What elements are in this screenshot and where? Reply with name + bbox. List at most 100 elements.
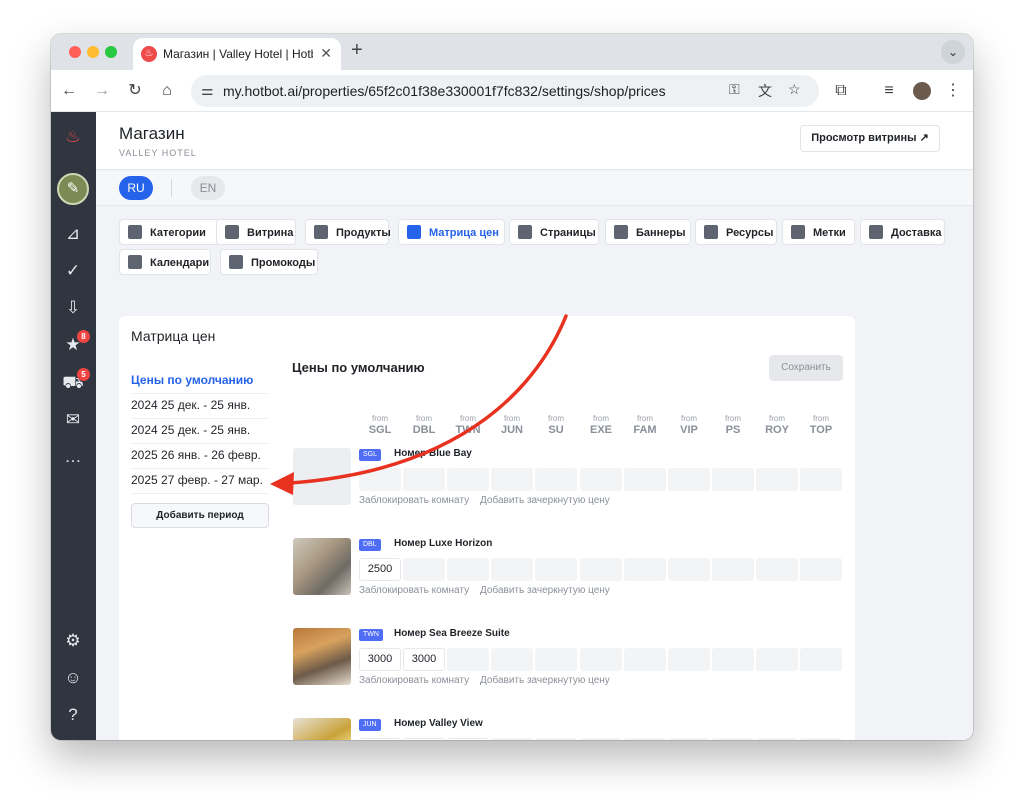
price-input[interactable] [668,558,710,581]
tab-showcase[interactable]: Витрина [216,219,296,245]
period-item[interactable]: 2025 27 февр. - 27 мар. [131,469,269,494]
price-input[interactable] [800,468,842,491]
chat-bubble-icon[interactable]: … [60,444,86,470]
bookmark-star-icon[interactable]: ☆ [788,81,801,98]
tab-resources[interactable]: Ресурсы [695,219,777,245]
price-input[interactable]: 4500 [447,738,489,740]
period-item[interactable]: 2024 25 дек. - 25 янв. [131,394,269,419]
tab-banners[interactable]: Баннеры [605,219,691,245]
save-button[interactable]: Сохранить [769,355,843,381]
price-input[interactable] [491,468,533,491]
price-input[interactable] [624,648,666,671]
lang-en-button[interactable]: EN [191,176,225,200]
price-input[interactable]: 5000 [403,738,445,740]
lang-ru-button[interactable]: RU [119,176,153,200]
new-tab-button[interactable]: + [351,39,363,62]
tab-promocodes[interactable]: Промокоды [220,249,318,275]
analytics-icon[interactable]: ⊿ [60,221,86,247]
tab-calendars[interactable]: Календари [119,249,211,275]
block-room-link[interactable]: Заблокировать комнату [359,585,469,596]
translate-icon[interactable]: 文 [758,81,772,101]
price-input[interactable] [756,738,798,740]
close-window-button[interactable] [69,46,81,58]
price-input[interactable] [624,558,666,581]
price-input[interactable] [491,648,533,671]
price-input[interactable] [580,648,622,671]
price-input[interactable] [535,558,577,581]
settings-gear-icon[interactable]: ⚙ [60,628,86,654]
browser-tab[interactable]: ♨ Магазин | Valley Hotel | Hotbot ✕ [133,38,341,70]
price-input[interactable] [580,468,622,491]
block-room-link[interactable]: Заблокировать комнату [359,495,469,506]
home-icon[interactable]: ⌂ [155,79,179,103]
price-input[interactable] [712,558,754,581]
price-input[interactable]: 5000 [359,738,401,740]
period-item[interactable]: 2025 26 янв. - 26 февр. [131,444,269,469]
price-input[interactable] [403,558,445,581]
price-input[interactable] [756,648,798,671]
profile-user-icon[interactable]: ☺ [60,665,86,691]
tab-products[interactable]: Продукты [305,219,391,245]
tab-close-icon[interactable]: ✕ [320,45,332,62]
inbox-download-icon[interactable]: ⇩ [60,295,86,321]
block-room-link[interactable]: Заблокировать комнату [359,675,469,686]
price-input[interactable] [403,468,445,491]
price-input[interactable] [535,468,577,491]
price-input[interactable]: 2500 [359,558,401,581]
back-arrow-icon[interactable]: ← [57,79,81,103]
mail-icon[interactable]: ✉ [60,407,86,433]
help-question-icon[interactable]: ? [60,702,86,728]
price-input[interactable] [359,468,401,491]
price-input[interactable] [668,738,710,740]
preview-showcase-button[interactable]: Просмотр витрины ↗ [800,125,940,152]
price-input[interactable] [712,468,754,491]
property-avatar-icon[interactable]: ✎ [57,173,89,205]
price-input[interactable] [535,738,577,740]
add-period-button[interactable]: Добавить период [131,503,269,528]
price-input[interactable] [800,648,842,671]
tab-delivery[interactable]: Доставка [860,219,945,245]
minimize-window-button[interactable] [87,46,99,58]
password-key-icon[interactable]: ⚿ [729,81,740,98]
price-input[interactable] [800,738,842,740]
period-item[interactable]: 2024 25 дек. - 25 янв. [131,419,269,444]
price-input[interactable] [624,468,666,491]
add-strike-price-link[interactable]: Добавить зачеркнутую цену [480,495,610,506]
price-input[interactable] [491,558,533,581]
price-input[interactable] [580,738,622,740]
tab-search-chevron-icon[interactable]: ⌄ [941,40,965,64]
price-input[interactable]: 3000 [359,648,401,671]
price-input[interactable] [668,648,710,671]
tab-tags[interactable]: Метки [782,219,855,245]
address-bar[interactable]: ⚌ my.hotbot.ai/properties/65f2c01f38e330… [191,75,819,107]
price-input[interactable] [447,648,489,671]
media-queue-icon[interactable]: ≡ [877,79,901,103]
site-settings-icon[interactable]: ⚌ [201,82,214,99]
add-strike-price-link[interactable]: Добавить зачеркнутую цену [480,675,610,686]
extensions-puzzle-icon[interactable]: ⧉ [829,79,853,103]
add-strike-price-link[interactable]: Добавить зачеркнутую цену [480,585,610,596]
price-input[interactable] [491,738,533,740]
period-item[interactable]: Цены по умолчанию [131,369,269,394]
tab-price-matrix[interactable]: Матрица цен [398,219,505,245]
tab-pages[interactable]: Страницы [509,219,599,245]
price-input[interactable] [756,558,798,581]
price-input[interactable] [624,738,666,740]
price-input[interactable] [712,648,754,671]
price-input[interactable] [756,468,798,491]
price-input[interactable] [535,648,577,671]
zoom-window-button[interactable] [105,46,117,58]
price-input[interactable] [447,558,489,581]
reload-icon[interactable]: ↻ [123,79,147,103]
tasks-check-icon[interactable]: ✓ [60,258,86,284]
forward-arrow-icon[interactable]: → [90,79,114,103]
price-input[interactable] [580,558,622,581]
price-input[interactable] [712,738,754,740]
profile-avatar-icon[interactable] [910,79,934,103]
price-input[interactable] [668,468,710,491]
price-input[interactable] [800,558,842,581]
browser-menu-icon[interactable]: ⋮ [941,79,965,103]
price-input[interactable] [447,468,489,491]
price-input[interactable]: 3000 [403,648,445,671]
flame-logo-icon[interactable]: ♨ [60,124,86,150]
